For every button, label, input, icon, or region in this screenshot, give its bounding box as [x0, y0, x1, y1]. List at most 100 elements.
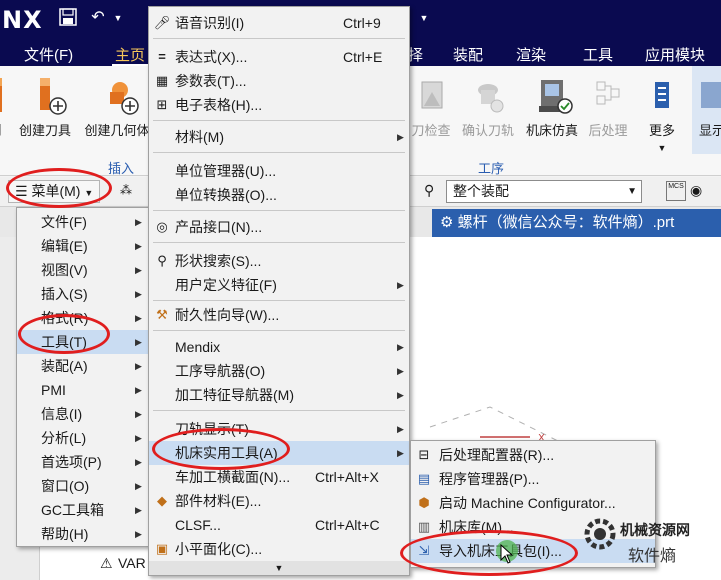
- menu-item-view[interactable]: 视图(V) ▶: [17, 258, 149, 282]
- menu-separator: [153, 410, 405, 411]
- machine-simulation-button[interactable]: 机床仿真: [521, 76, 583, 139]
- filter-icon[interactable]: ⚲: [424, 182, 434, 199]
- main-menu: 文件(F) ▶ 编辑(E) ▶ 视图(V) ▶ 插入(S) ▶ 格式(R) ▶ 工具(T)…: [16, 207, 150, 547]
- mcs-icon[interactable]: MCS: [666, 181, 686, 201]
- menu-item-edit[interactable]: 编辑(E) ▶: [17, 234, 149, 258]
- menu-item-part-material[interactable]: ◆ 部件材料(E)...: [149, 489, 409, 513]
- tab-assembly[interactable]: 装配: [453, 44, 483, 65]
- gear-logo-icon: [584, 518, 616, 550]
- menu-item-gc-toolbox[interactable]: GC工具箱 ▶: [17, 498, 149, 522]
- menu-item-toolpath-display[interactable]: 刀轨显示(T) ▶: [149, 417, 409, 441]
- menu-item-expression[interactable]: = 表达式(X)... Ctrl+E: [149, 45, 409, 69]
- save-icon[interactable]: [58, 8, 78, 28]
- menu-button[interactable]: ☰ 菜单(M) ▼: [8, 180, 101, 203]
- tool-check-button[interactable]: 刀检查: [406, 76, 456, 139]
- menu-item-mendix[interactable]: Mendix ▶: [149, 335, 409, 359]
- menu-item-information[interactable]: 信息(I) ▶: [17, 402, 149, 426]
- interface-icon: ◎: [156, 219, 168, 234]
- durability-icon: ⚒: [156, 307, 168, 322]
- menu-item-insert[interactable]: 插入(S) ▶: [17, 282, 149, 306]
- more-button[interactable]: 更多 ▼: [640, 76, 684, 154]
- display-icon: [695, 76, 721, 116]
- menu-item-tools[interactable]: 工具(T) ▶: [17, 330, 149, 354]
- tab-render[interactable]: 渲染: [516, 44, 546, 65]
- insert-group-label: 插入: [108, 161, 135, 176]
- submenu-arrow-icon: ▶: [135, 505, 142, 515]
- submenu-arrow-icon: ▶: [135, 409, 142, 419]
- menu-item-program-manager[interactable]: ▤ 程序管理器(P)...: [411, 467, 655, 491]
- operation-group-label: 工序: [478, 161, 505, 176]
- menu-separator: [153, 300, 405, 301]
- warning-icon: ⚠: [100, 555, 113, 571]
- menu-item-preferences[interactable]: 首选项(P) ▶: [17, 450, 149, 474]
- menu-item-unit-manager[interactable]: 单位管理器(U)...: [149, 159, 409, 183]
- menu-separator: [153, 152, 405, 153]
- menu-lines-icon: ☰: [15, 183, 28, 199]
- watermark: 机械资源网 软件熵: [580, 512, 721, 580]
- tab-applications[interactable]: 应用模块: [645, 44, 705, 65]
- menu-item-machine-utilities[interactable]: 机床实用工具(A) ▶: [149, 441, 409, 465]
- menu-item-clsf[interactable]: CLSF... Ctrl+Alt+C: [149, 513, 409, 537]
- menu-separator: [153, 38, 405, 39]
- submenu-arrow-icon: ▶: [397, 390, 404, 400]
- tab-tools[interactable]: 工具: [583, 44, 613, 65]
- tree-node-var[interactable]: VAR: [118, 555, 146, 571]
- menu-item-pmi[interactable]: PMI ▶: [17, 378, 149, 402]
- tab-home[interactable]: 主页: [115, 44, 145, 65]
- menu-item-operation-navigator[interactable]: 工序导航器(O) ▶: [149, 359, 409, 383]
- document-tab[interactable]: ⚙ 螺杆（微信公众号：软件熵）.prt: [432, 209, 721, 237]
- menu-item-assembly[interactable]: 装配(A) ▶: [17, 354, 149, 378]
- undo-dropdown-icon[interactable]: ▼: [108, 8, 128, 28]
- submenu-arrow-icon: ▶: [135, 217, 142, 227]
- facet-icon: ▣: [155, 541, 169, 556]
- tab-selection[interactable]: 择: [408, 44, 423, 65]
- left-cut-button[interactable]: 削: [0, 76, 12, 139]
- submenu-arrow-icon: ▶: [135, 241, 142, 251]
- submenu-arrow-icon: ▶: [135, 529, 142, 539]
- submenu-arrow-icon: ▶: [135, 481, 142, 491]
- menu-item-facetize[interactable]: ▣ 小平面化(C)...: [149, 537, 409, 561]
- spreadsheet-icon: ⊞: [156, 97, 168, 112]
- menu-item-post-configurator[interactable]: ⊟ 后处理配置器(R)...: [411, 443, 655, 467]
- menu-item-format[interactable]: 格式(R) ▶: [17, 306, 149, 330]
- menu-dropdown-icon: ▼: [84, 188, 94, 198]
- menu-separator: [153, 242, 405, 243]
- confirm-path-button[interactable]: 确认刀轨: [456, 76, 520, 139]
- menu-separator: [153, 120, 405, 121]
- snap-icon[interactable]: ⁂: [120, 183, 132, 197]
- post-config-icon: ⊟: [418, 447, 430, 462]
- submenu-arrow-icon: ▶: [135, 361, 142, 371]
- mill-icon: [0, 76, 12, 116]
- create-tool-button[interactable]: 创建刀具: [14, 76, 76, 139]
- tools-submenu: 🎤︎ 语音识别(I) Ctrl+9 = 表达式(X)... Ctrl+E ▦ 参数表(T)…: [148, 6, 410, 576]
- menu-item-product-interface[interactable]: ◎ 产品接口(N)...: [149, 215, 409, 239]
- menu-item-material[interactable]: 材料(M) ▶: [149, 125, 409, 149]
- menu-item-user-defined-feature[interactable]: 用户定义特征(F) ▶: [149, 273, 409, 297]
- menu-item-spreadsheet[interactable]: ⊞ 电子表格(H)...: [149, 93, 409, 117]
- menu-item-speech[interactable]: 🎤︎ 语音识别(I) Ctrl+9: [149, 11, 409, 35]
- menu-item-file[interactable]: 文件(F) ▶: [17, 210, 149, 234]
- quick-access-dropdown-icon[interactable]: ▼: [414, 8, 434, 28]
- postprocess-button[interactable]: 后处理: [581, 76, 635, 139]
- submenu-arrow-icon: ▶: [397, 448, 404, 458]
- menu-item-window[interactable]: 窗口(O) ▶: [17, 474, 149, 498]
- menu-item-parameter-table[interactable]: ▦ 参数表(T)...: [149, 69, 409, 93]
- selection-scope-combo[interactable]: 整个装配 ▼: [446, 180, 642, 203]
- menu-item-analysis[interactable]: 分析(L) ▶: [17, 426, 149, 450]
- create-geometry-button[interactable]: 创建几何体: [84, 76, 150, 139]
- tool-check-icon: [414, 76, 448, 116]
- machine-library-icon: ▥: [417, 519, 431, 534]
- undo-icon[interactable]: ↶: [88, 8, 108, 28]
- mouse-cursor-icon: [500, 544, 514, 564]
- menu-item-shape-search[interactable]: ⚲ 形状搜索(S)...: [149, 249, 409, 273]
- menu-scroll-down-icon[interactable]: ▼: [149, 561, 409, 575]
- eye-icon[interactable]: ◉: [690, 182, 702, 199]
- menu-item-help[interactable]: 帮助(H) ▶: [17, 522, 149, 546]
- menu-item-turning-cross-section[interactable]: 车加工横截面(N)... Ctrl+Alt+X: [149, 465, 409, 489]
- menu-item-unit-converter[interactable]: 单位转换器(O)...: [149, 183, 409, 207]
- display-button[interactable]: 显示: [692, 66, 721, 154]
- tab-file[interactable]: 文件(F): [24, 44, 73, 65]
- menu-item-feature-navigator[interactable]: 加工特征导航器(M) ▶: [149, 383, 409, 407]
- menu-item-durability-wizard[interactable]: ⚒ 耐久性向导(W)...: [149, 303, 409, 327]
- part-material-icon: ◆: [157, 493, 167, 508]
